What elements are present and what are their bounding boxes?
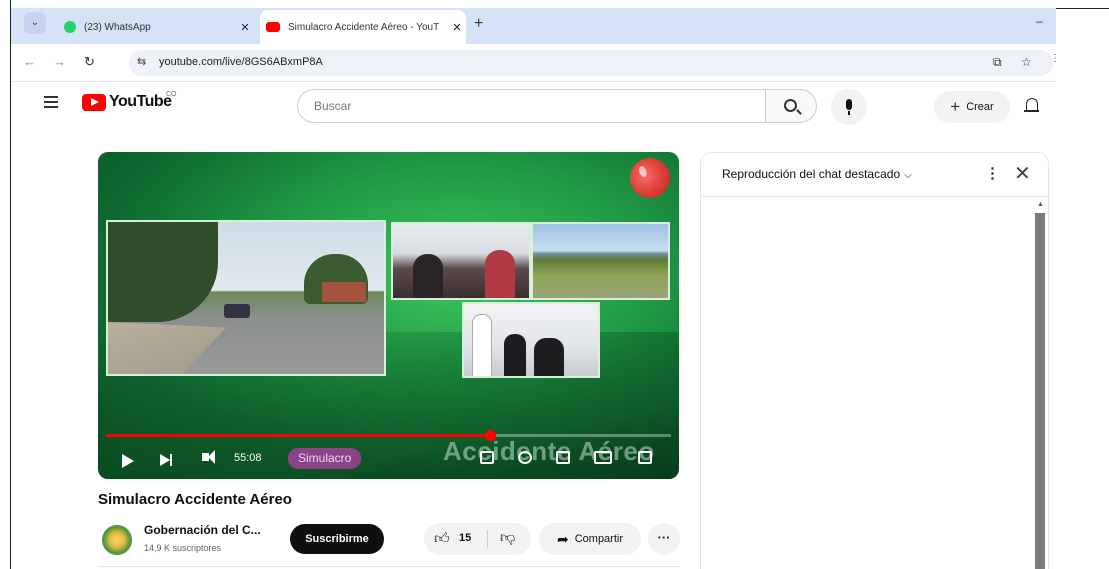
chat-title: Reproducción del chat destacado (722, 167, 901, 181)
tab-title: Simulacro Accidente Aéreo - YouT (288, 21, 440, 33)
tab-youtube[interactable]: Simulacro Accidente Aéreo - YouT ✕ (260, 10, 466, 44)
video-collage-road (106, 220, 386, 376)
microphone-stand (848, 111, 850, 115)
person-shape (504, 334, 526, 376)
plus-icon: + (950, 97, 961, 116)
tree-shape (108, 222, 218, 322)
omnibox[interactable]: ⇆ youtube.com/live/8GS6ABxmP8A ⧉ ☆ (129, 50, 1053, 76)
video-title: Simulacro Accidente Aéreo (98, 491, 292, 508)
youtube-icon (266, 22, 280, 32)
bookmark-star-icon[interactable]: ☆ (1021, 55, 1032, 69)
next-icon[interactable] (160, 454, 172, 466)
dislike-icon[interactable]: 👎︎ (500, 529, 515, 547)
siren-graphic (624, 152, 676, 204)
fullscreen-icon[interactable] (638, 451, 652, 464)
live-chat-panel: Reproducción del chat destacado ⌵ ⋮ ✕ ▲ (700, 152, 1049, 569)
new-tab-button[interactable]: + (474, 15, 483, 33)
tab-whatsapp[interactable]: (23) WhatsApp ✕ (58, 13, 254, 41)
car-shape (224, 304, 250, 318)
theater-mode-icon[interactable] (594, 451, 612, 464)
chapter-chip[interactable]: Simulacro (288, 448, 362, 469)
more-actions-button[interactable]: ··· (648, 523, 680, 555)
like-icon[interactable]: 👍︎ (434, 530, 450, 548)
search-input[interactable]: Buscar (297, 89, 765, 123)
search-button[interactable] (765, 89, 817, 123)
chat-scrollbar[interactable] (1035, 213, 1045, 569)
create-button[interactable]: + Crear (934, 91, 1010, 123)
billboard-shape (322, 282, 366, 302)
channel-name[interactable]: Gobernación del C... (144, 523, 261, 537)
url-text[interactable]: youtube.com/live/8GS6ABxmP8A (159, 56, 323, 68)
video-collage-runway (531, 222, 670, 300)
captions-icon[interactable] (480, 451, 494, 464)
youtube-logo[interactable]: YouTube CO (82, 91, 177, 111)
whatsapp-icon (64, 21, 76, 33)
volume-icon[interactable] (202, 450, 215, 464)
tab-title: (23) WhatsApp (84, 21, 151, 33)
subscribe-button[interactable]: Suscribirme (290, 524, 384, 554)
chevron-down-icon: ⌵ (904, 170, 912, 181)
share-icon: ➦ (556, 530, 569, 547)
settings-icon[interactable] (518, 451, 532, 464)
like-separator (487, 530, 488, 548)
create-label: Crear (966, 101, 994, 113)
description-divider (98, 566, 679, 567)
tab-close-icon[interactable]: ✕ (448, 21, 466, 34)
microphone-icon (846, 99, 852, 110)
like-count: 15 (459, 532, 472, 544)
country-code: CO (166, 91, 177, 98)
frame-border-top (1056, 8, 1109, 9)
notifications-bell-icon[interactable] (1024, 98, 1039, 112)
site-info-icon[interactable]: ⇆ (137, 55, 146, 68)
time-display: 55:08 (234, 452, 262, 464)
tab-search-button[interactable]: ⌄ (24, 12, 46, 34)
like-dislike-group: 👍︎ 15 👎︎ (424, 523, 531, 555)
voice-search-button[interactable] (831, 89, 867, 125)
frame-border-left (10, 0, 11, 569)
video-player[interactable]: Accidente Aéreo 55:08 Simulacro (98, 152, 679, 479)
progress-bar[interactable] (106, 430, 671, 441)
hamburger-menu-icon[interactable] (44, 96, 58, 108)
search-placeholder: Buscar (314, 99, 352, 113)
person-shape (485, 250, 515, 298)
person-shape (472, 314, 492, 376)
tab-close-icon[interactable]: ✕ (236, 21, 254, 34)
player-controls: 55:08 Simulacro (98, 442, 679, 479)
curb-shape (108, 322, 226, 374)
share-label: Compartir (574, 533, 624, 545)
youtube-wordmark: YouTube (109, 93, 172, 110)
play-icon[interactable] (122, 454, 134, 468)
extensions-menu-icon[interactable]: ⋮ (1050, 53, 1060, 64)
progress-fill (106, 434, 491, 437)
reload-icon[interactable]: ↻ (84, 54, 95, 70)
back-icon[interactable]: ← (23, 54, 36, 69)
person-shape (534, 338, 564, 376)
chat-header: Reproducción del chat destacado ⌵ ⋮ ✕ (701, 153, 1048, 197)
chat-mode-selector[interactable]: Reproducción del chat destacado ⌵ (722, 167, 912, 181)
chat-close-icon[interactable]: ✕ (1014, 161, 1031, 186)
minimize-button[interactable]: – (1036, 14, 1043, 28)
chat-menu-icon[interactable]: ⋮ (985, 164, 1000, 182)
share-button[interactable]: ➦ Compartir (539, 523, 641, 555)
forward-icon[interactable]: → (53, 54, 66, 69)
cast-icon[interactable]: ⧉ (993, 55, 1002, 70)
scroll-up-arrow-icon[interactable]: ▲ (1037, 201, 1044, 208)
address-bar-row: ← → ↻ ⇆ youtube.com/live/8GS6ABxmP8A ⧉ ☆ (11, 44, 1056, 82)
channel-avatar[interactable] (102, 525, 132, 555)
video-collage-ward (391, 222, 531, 300)
person-shape (413, 254, 443, 298)
subscriber-count: 14,9 K suscriptores (144, 543, 222, 553)
search-icon (784, 99, 797, 112)
youtube-play-icon (82, 93, 106, 111)
screen: ⌄ (23) WhatsApp ✕ Simulacro Accidente Aé… (0, 0, 1109, 569)
video-collage-clinic (462, 302, 600, 378)
miniplayer-icon[interactable] (556, 451, 570, 464)
